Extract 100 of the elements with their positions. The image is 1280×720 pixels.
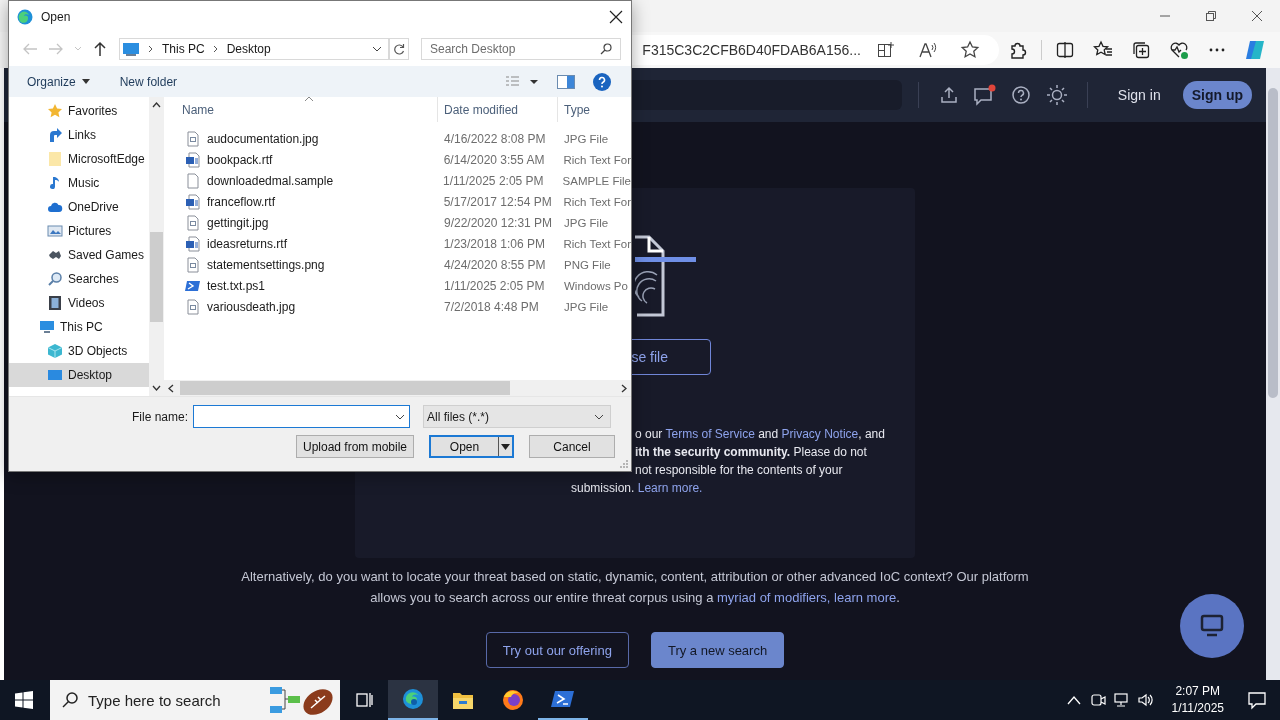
scroll-right-icon[interactable] — [621, 383, 627, 393]
scrollbar-thumb[interactable] — [180, 381, 510, 395]
new-folder-button[interactable]: New folder — [111, 70, 186, 93]
file-name: bookpack.rtf — [207, 152, 273, 167]
monitor-icon — [39, 319, 55, 335]
magnifier-icon — [47, 271, 63, 287]
sign-in-link[interactable]: Sign in — [1103, 87, 1175, 103]
refresh-button[interactable] — [389, 38, 409, 60]
offering-button[interactable]: Try out our offering — [485, 632, 629, 668]
address-field[interactable]: This PC Desktop — [119, 38, 389, 60]
nav-item[interactable]: Links — [9, 123, 149, 147]
nav-item[interactable]: Pictures — [9, 219, 149, 243]
file-type-dropdown[interactable]: All files (*.*) — [423, 405, 611, 428]
file-name: variousdeath.jpg — [207, 299, 296, 314]
column-header[interactable]: Type — [557, 97, 631, 122]
file-row[interactable]: test.txt.ps1 1/11/2025 2:05 PM Windows Po — [164, 275, 631, 296]
close-icon[interactable] — [609, 9, 623, 24]
file-date: 4/16/2022 8:08 PM — [443, 131, 547, 146]
new-search-button[interactable]: Try a new search — [650, 632, 785, 668]
file-row[interactable]: downloadedmal.sample 1/11/2025 2:05 PM SAMPLE File — [164, 170, 631, 191]
clock-time[interactable]: 2:07 PM — [1175, 683, 1221, 700]
file-row[interactable]: gettingit.jpg 9/22/2020 12:31 PM JPG File — [164, 212, 631, 233]
file-row[interactable]: ideasreturns.rtf 1/23/2018 1:06 PM Rich Text For — [164, 233, 631, 254]
file-type: PNG File — [563, 258, 612, 271]
search-icon — [62, 692, 78, 708]
disclaimer-text: o our Terms of Service and Privacy Notice, and — [635, 426, 885, 443]
nav-item[interactable]: Saved Games — [9, 243, 149, 267]
column-header[interactable]: Date modified — [437, 97, 557, 122]
file-date: 6/14/2020 3:55 AM — [442, 152, 546, 167]
clock-date[interactable]: 1/11/2025 — [1171, 700, 1224, 717]
search-icon — [600, 43, 612, 55]
chevron-icon — [211, 45, 220, 53]
file-date: 4/24/2020 8:55 PM — [443, 257, 547, 272]
cancel-button[interactable]: Cancel — [529, 435, 615, 458]
disclaimer-text: ith the security community. Please do not — [635, 444, 867, 461]
scroll-down-icon[interactable] — [152, 385, 161, 391]
sign-up-button[interactable]: Sign up — [1182, 81, 1252, 109]
policy-link[interactable]: Terms of Service — [665, 427, 755, 441]
nav-item[interactable]: Videos — [9, 291, 149, 315]
monitor-icon — [122, 42, 140, 56]
file-name-field[interactable] — [193, 405, 410, 428]
file-row[interactable]: audocumentation.jpg 4/16/2022 8:08 PM JPG File — [164, 128, 631, 149]
edge-app-button[interactable] — [388, 680, 438, 720]
windows-start-icon[interactable] — [15, 691, 33, 709]
word-document-icon — [185, 193, 201, 210]
scrollbar-thumb[interactable] — [150, 232, 163, 322]
caret-icon — [501, 443, 510, 450]
caret-icon — [594, 413, 604, 420]
star-icon — [47, 103, 63, 119]
caret-icon — [395, 413, 405, 420]
resize-grip-icon[interactable] — [620, 460, 628, 468]
file-date: 9/22/2020 12:31 PM — [443, 215, 554, 230]
file-date: 1/11/2025 2:05 PM — [442, 173, 545, 188]
nav-item[interactable]: Searches — [9, 267, 149, 291]
nav-item[interactable]: 3D Objects — [9, 339, 149, 363]
breadcrumb-item[interactable]: Desktop — [226, 42, 271, 56]
file-date: 1/23/2018 1:06 PM — [442, 236, 547, 251]
policy-link[interactable]: Learn more. — [637, 481, 703, 495]
scroll-left-icon[interactable] — [168, 383, 174, 393]
taskbar-search-field[interactable]: Type here to search — [50, 680, 340, 720]
chevron-icon — [147, 45, 155, 53]
upload-button[interactable]: Upload from mobile — [296, 435, 414, 458]
nav-item[interactable]: Music — [9, 171, 149, 195]
scrollbar[interactable] — [1266, 68, 1280, 680]
breadcrumb-item[interactable]: This PC — [162, 42, 205, 56]
search-hint-text: Alternatively, do you want to locate your threat based on static, dynamic, content, attribution or other advanced IoC context? Our platform — [241, 568, 1029, 586]
file-name: statementsettings.png — [207, 257, 325, 272]
search-hint-text: allows you to search across our entire threat corpus using a myriad of modifiers, learn more. — [370, 589, 900, 607]
disclaimer-text: not responsible for the contents of your — [635, 462, 843, 479]
file-name: franceflow.rtf — [207, 194, 276, 209]
scroll-up-icon[interactable] — [152, 102, 161, 108]
organize-menu-button[interactable]: Organize — [19, 70, 98, 93]
nav-item[interactable]: Desktop — [9, 363, 149, 387]
nav-item[interactable]: This PC — [9, 315, 149, 339]
nav-item[interactable]: OneDrive — [9, 195, 149, 219]
nav-item[interactable]: MicrosoftEdge — [9, 147, 149, 171]
open-button[interactable]: Open — [429, 435, 514, 458]
column-header[interactable]: Name — [164, 97, 437, 122]
file-type: SAMPLE File — [561, 174, 631, 187]
fingerprint-file-icon — [635, 235, 697, 317]
cube-icon — [47, 343, 63, 359]
file-type: JPG File — [563, 216, 610, 229]
image-file-icon — [185, 298, 201, 315]
file-row[interactable]: statementsettings.png 4/24/2020 8:55 PM PNG File — [164, 254, 631, 275]
file-row[interactable]: franceflow.rtf 5/17/2017 12:54 PM Rich Text For — [164, 191, 631, 212]
terminal-icon — [551, 689, 575, 709]
file-date: 1/11/2025 2:05 PM — [443, 278, 546, 293]
refresh-icon — [393, 43, 405, 55]
curved-arrow-icon — [47, 127, 63, 143]
file-row[interactable]: variousdeath.jpg 7/2/2018 4:48 PM JPG File — [164, 296, 631, 317]
image-file-icon — [185, 256, 201, 273]
dropdown-caret-icon[interactable] — [372, 46, 382, 52]
restore-icon[interactable] — [1205, 10, 1217, 22]
search-field[interactable]: Search Desktop — [421, 38, 621, 60]
nav-item[interactable]: Favorites — [9, 99, 149, 123]
close-icon[interactable] — [1251, 10, 1263, 22]
image-file-icon — [185, 214, 201, 231]
firefox-icon — [501, 688, 525, 712]
file-row[interactable]: bookpack.rtf 6/14/2020 3:55 AM Rich Text For — [164, 149, 631, 170]
file-name-label: File name: — [130, 409, 189, 424]
